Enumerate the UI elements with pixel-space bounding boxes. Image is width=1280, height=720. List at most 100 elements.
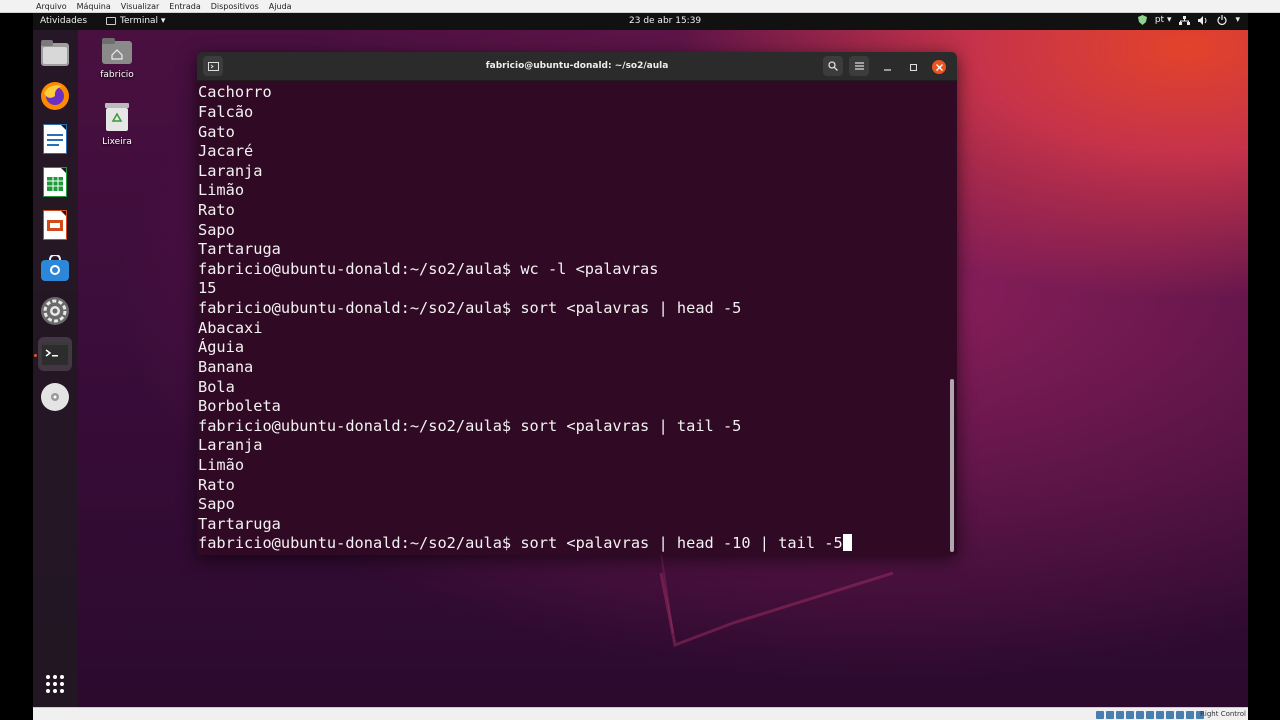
dvd-launcher[interactable] <box>38 380 72 414</box>
terminal-line: Tartaruga <box>198 515 281 533</box>
usb-status-icon[interactable] <box>1136 711 1144 719</box>
terminal-prompt-line: fabricio@ubuntu-donald:~/so2/aula$ wc -l… <box>198 260 659 278</box>
trash-label: Lixeira <box>102 137 132 147</box>
show-apps-button[interactable] <box>38 667 72 701</box>
home-folder-label: fabricio <box>100 70 134 80</box>
vbox-statusbar: Right Control <box>33 707 1248 720</box>
host-key-label: Right Control <box>1200 710 1246 718</box>
shared-folder-status-icon[interactable] <box>1146 711 1154 719</box>
terminal-line: Cachorro <box>198 83 272 101</box>
display-status-icon[interactable] <box>1156 711 1164 719</box>
settings-icon <box>41 297 69 325</box>
firefox-icon <box>41 82 69 110</box>
activities-button[interactable]: Atividades <box>40 16 87 26</box>
menu-button[interactable] <box>849 56 869 76</box>
guest-screen: Atividades Terminal ▾ 23 de abr 15:39 pt… <box>33 13 1248 707</box>
calc-launcher[interactable] <box>38 165 72 199</box>
terminal-line: Gato <box>198 123 235 141</box>
terminal-line: Laranja <box>198 436 263 454</box>
status-icons[interactable] <box>1096 711 1204 719</box>
text-cursor <box>842 534 852 551</box>
calc-icon <box>43 167 67 197</box>
optical-status-icon[interactable] <box>1106 711 1114 719</box>
terminal-small-icon <box>106 17 116 25</box>
app-menu-label: Terminal ▾ <box>120 16 166 26</box>
search-icon <box>828 61 838 71</box>
maximize-button[interactable] <box>906 60 920 74</box>
system-tray[interactable]: pt ▾ ▾ <box>1137 15 1240 25</box>
menu-ajuda[interactable]: Ajuda <box>269 2 292 11</box>
terminal-line: 15 <box>198 279 217 297</box>
home-folder-icon <box>102 38 132 64</box>
cpu-status-icon[interactable] <box>1176 711 1184 719</box>
terminal-line: Bola <box>198 378 235 396</box>
menu-arquivo[interactable]: Arquivo <box>36 2 67 11</box>
trash-icon <box>105 103 129 131</box>
menu-visualizar[interactable]: Visualizar <box>121 2 160 11</box>
terminal-line: Sapo <box>198 495 235 513</box>
mouse-status-icon[interactable] <box>1186 711 1194 719</box>
terminal-prompt-line: fabricio@ubuntu-donald:~/so2/aula$ sort … <box>198 299 742 317</box>
impress-launcher[interactable] <box>38 208 72 242</box>
power-icon[interactable] <box>1217 15 1228 25</box>
current-command: fabricio@ubuntu-donald:~/so2/aula$ sort … <box>198 534 843 552</box>
storage-status-icon[interactable] <box>1096 711 1104 719</box>
recording-status-icon[interactable] <box>1166 711 1174 719</box>
audio-status-icon[interactable] <box>1116 711 1124 719</box>
language-selector[interactable]: pt ▾ <box>1155 15 1172 25</box>
terminal-line: Águia <box>198 338 245 356</box>
writer-launcher[interactable] <box>38 122 72 156</box>
clock[interactable]: 23 de abr 15:39 <box>629 16 701 26</box>
close-button[interactable] <box>932 60 946 74</box>
terminal-prompt-line: fabricio@ubuntu-donald:~/so2/aula$ sort … <box>198 417 742 435</box>
terminal-line: Borboleta <box>198 397 281 415</box>
terminal-title: fabricio@ubuntu-donald: ~/so2/aula <box>485 61 669 71</box>
terminal-line: Sapo <box>198 221 235 239</box>
close-icon <box>935 63 943 71</box>
letterbox-left <box>0 13 33 720</box>
app-menu-button[interactable]: Terminal ▾ <box>106 16 165 26</box>
terminal-current-prompt[interactable]: fabricio@ubuntu-donald:~/so2/aula$ sort … <box>198 533 852 553</box>
volume-icon[interactable] <box>1198 15 1209 25</box>
terminal-line: Laranja <box>198 162 263 180</box>
terminal-launcher[interactable] <box>38 337 72 371</box>
terminal-line: Jacaré <box>198 142 254 160</box>
dvd-icon <box>41 383 69 411</box>
terminal-line: Abacaxi <box>198 319 263 337</box>
hamburger-icon <box>854 62 864 70</box>
desktop-trash[interactable]: Lixeira <box>87 103 147 147</box>
terminal-line: Limão <box>198 456 245 474</box>
terminal-output[interactable]: Cachorro Falcão Gato Jacaré Laranja Limã… <box>198 82 946 552</box>
settings-launcher[interactable] <box>38 294 72 328</box>
search-button[interactable] <box>823 56 843 76</box>
terminal-line: Banana <box>198 358 254 376</box>
writer-icon <box>43 124 67 154</box>
chevron-down-icon[interactable]: ▾ <box>1235 15 1240 25</box>
software-launcher[interactable] <box>38 251 72 285</box>
terminal-line: Rato <box>198 476 235 494</box>
terminal-scrollbar[interactable] <box>950 379 954 552</box>
shield-icon[interactable] <box>1137 15 1147 25</box>
terminal-line: Falcão <box>198 103 254 121</box>
minimize-icon <box>883 68 891 71</box>
terminal-icon <box>41 342 69 366</box>
terminal-line: Rato <box>198 201 235 219</box>
impress-icon <box>43 210 67 240</box>
menu-dispositivos[interactable]: Dispositivos <box>211 2 259 11</box>
menu-entrada[interactable]: Entrada <box>169 2 200 11</box>
terminal-window[interactable]: fabricio@ubuntu-donald: ~/so2/aula Cacho… <box>197 52 957 555</box>
network-status-icon[interactable] <box>1126 711 1134 719</box>
dock <box>33 30 78 707</box>
network-icon[interactable] <box>1179 15 1191 25</box>
maximize-icon <box>909 63 917 71</box>
desktop-home-folder[interactable]: fabricio <box>87 38 147 80</box>
files-launcher[interactable] <box>38 36 72 70</box>
software-icon <box>41 255 69 281</box>
letterbox-right <box>1248 13 1280 720</box>
terminal-titlebar[interactable]: fabricio@ubuntu-donald: ~/so2/aula <box>197 52 957 81</box>
top-panel: Atividades Terminal ▾ 23 de abr 15:39 pt… <box>33 13 1248 30</box>
vbox-menubar: Arquivo Máquina Visualizar Entrada Dispo… <box>0 0 1280 13</box>
minimize-button[interactable] <box>880 60 894 74</box>
firefox-launcher[interactable] <box>38 79 72 113</box>
menu-maquina[interactable]: Máquina <box>77 2 111 11</box>
